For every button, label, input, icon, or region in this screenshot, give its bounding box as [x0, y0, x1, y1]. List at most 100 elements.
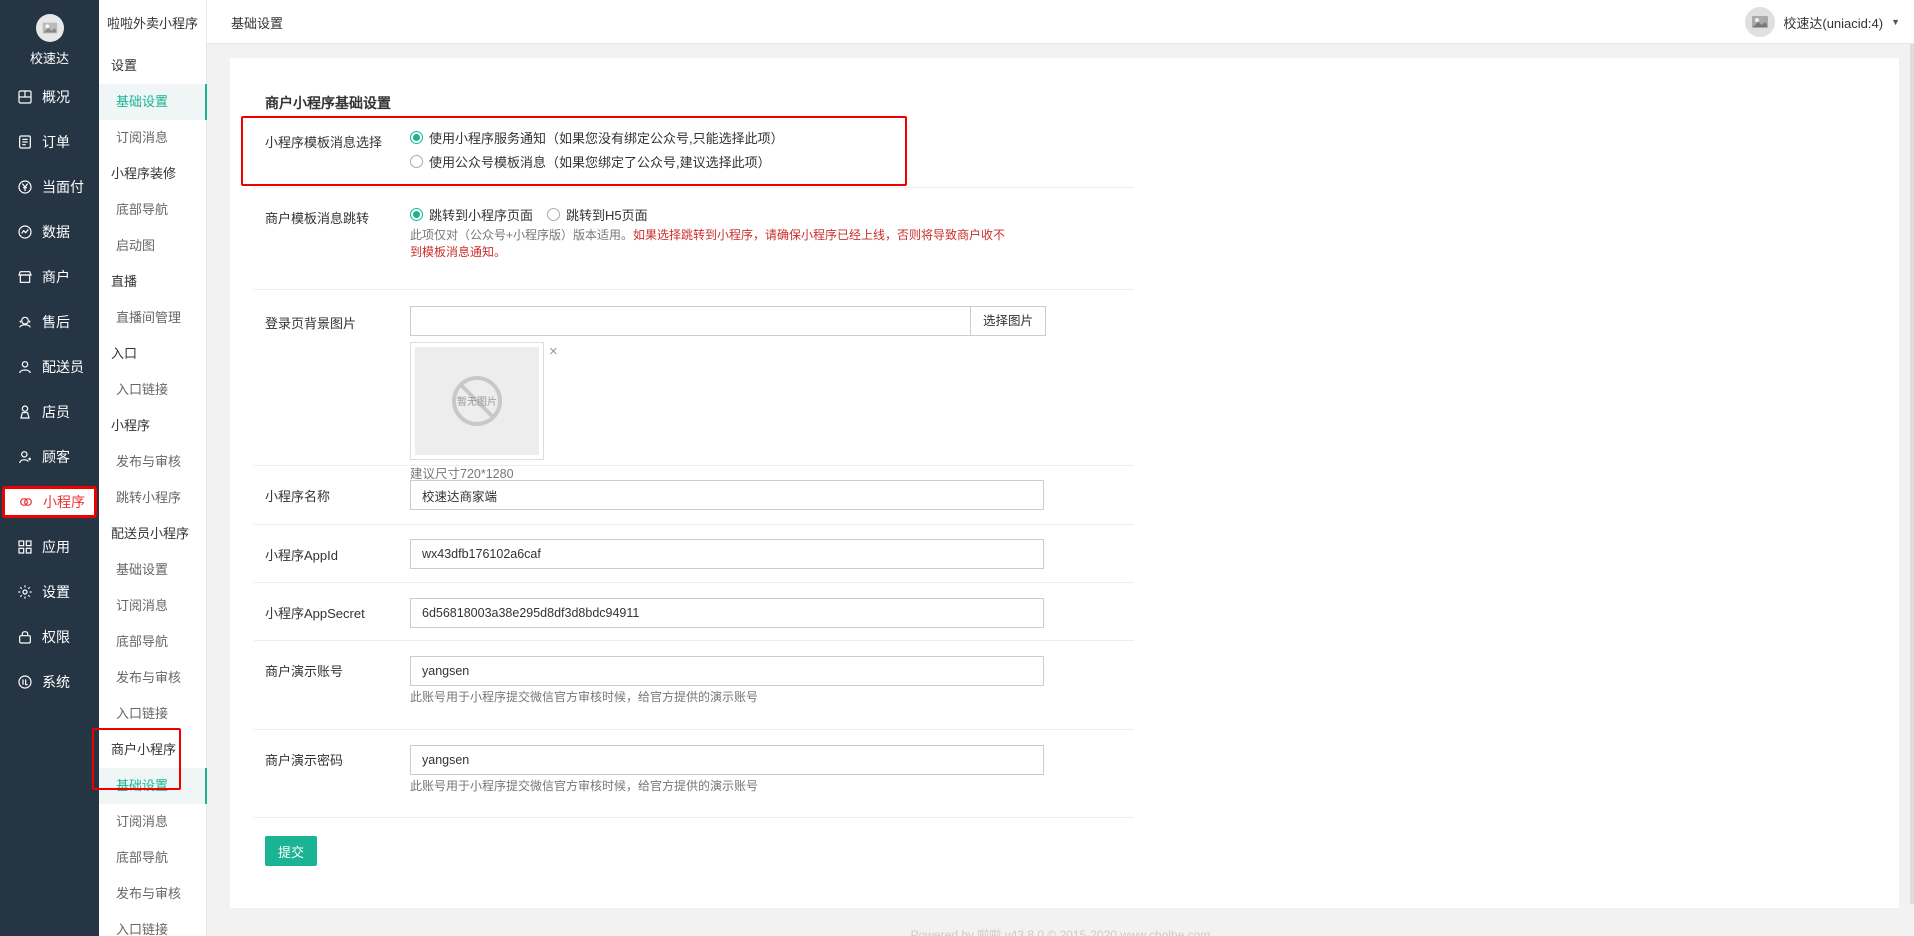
app-title: 啦啦外卖小程序	[107, 16, 199, 31]
nav-slot: 订单	[0, 119, 99, 164]
sidebar-item-3[interactable]: 数据	[0, 209, 99, 254]
subnav-group-title: 入口	[111, 346, 138, 361]
sidebar-item-label: 店员	[42, 403, 70, 420]
sidebar-item-label: 商户	[42, 268, 70, 285]
system-icon	[16, 673, 34, 691]
label-demo-account: 商户演示账号	[265, 664, 344, 679]
sidebar-item-8[interactable]: 顾客	[0, 434, 99, 479]
nav-slot: 配送员	[0, 344, 99, 389]
settings-panel: 商户小程序基础设置 小程序模板消息选择 使用小程序服务通知（如果您没有绑定公众号…	[230, 58, 1899, 908]
submit-button[interactable]: 提交	[265, 836, 317, 866]
subnav-item[interactable]: 直播间管理	[99, 300, 207, 336]
sidebar-item-0[interactable]: 概况	[0, 74, 99, 119]
lock-icon	[16, 628, 34, 646]
sidebar-item-11[interactable]: 设置	[0, 569, 99, 614]
courier-icon	[16, 358, 34, 376]
radio-indicator[interactable]	[410, 207, 423, 221]
clerk-icon	[16, 403, 34, 421]
choose-image-button[interactable]: 选择图片	[971, 306, 1047, 336]
app-secret-input[interactable]	[410, 598, 1044, 628]
row-template-message: 小程序模板消息选择 使用小程序服务通知（如果您没有绑定公众号,只能选择此项） 使…	[254, 116, 1134, 188]
radio-label: 跳转到小程序页面	[429, 207, 534, 223]
user-avatar[interactable]	[36, 14, 64, 42]
subnav-item[interactable]: 发布与审核	[99, 444, 207, 480]
demo-account-input[interactable]	[410, 656, 1044, 686]
account-name: 校速达(uniacid:4)	[1783, 15, 1884, 31]
sidebar-item-1[interactable]: 订单	[0, 119, 99, 164]
sidebar-item-label: 设置	[42, 583, 70, 600]
radio-official-template[interactable]: 使用公众号模板消息（如果您绑定了公众号,建议选择此项）	[410, 150, 784, 172]
breadcrumb: 基础设置	[231, 16, 284, 31]
app-id-input[interactable]	[410, 539, 1044, 569]
subnav-item[interactable]: 底部导航	[99, 192, 207, 228]
hint-warning: 到模板消息通知。	[410, 245, 507, 259]
label-login-background: 登录页背景图片	[265, 316, 357, 331]
scrollbar[interactable]	[1910, 44, 1914, 904]
radio-indicator[interactable]	[547, 207, 561, 221]
store-icon	[16, 268, 34, 286]
subnav-item[interactable]: 入口链接	[99, 912, 207, 936]
no-image-icon: 暂无图片	[452, 376, 502, 426]
subnav-item[interactable]: 订阅消息	[99, 120, 207, 156]
app-name-input[interactable]	[410, 480, 1044, 510]
nav-slot: 概况	[0, 74, 99, 119]
sidebar-item-7[interactable]: 店员	[0, 389, 99, 434]
radio-indicator[interactable]	[410, 130, 423, 144]
nav-slot: 权限	[0, 614, 99, 659]
sidebar-item-label: 权限	[42, 628, 70, 645]
account-menu[interactable]: 校速达(uniacid:4) ▼	[1745, 7, 1900, 37]
section-title: 商户小程序基础设置	[265, 95, 391, 111]
label-template-message: 小程序模板消息选择	[265, 135, 383, 150]
sidebar-item-9[interactable]: 小程序	[2, 485, 97, 518]
subnav-item[interactable]: 基础设置	[99, 552, 207, 588]
sidebar-item-5[interactable]: 售后	[0, 299, 99, 344]
subnav-group-title: 小程序	[111, 418, 151, 433]
demo-password-input[interactable]	[410, 745, 1044, 775]
radio-indicator[interactable]	[410, 154, 423, 168]
hint-warning: 如果选择跳转到小程序，请确保小程序已经上线，否则将导致商户收不	[633, 228, 1006, 242]
radio-label: 跳转到H5页面	[566, 207, 648, 223]
radio-service-notify[interactable]: 使用小程序服务通知（如果您没有绑定公众号,只能选择此项）	[410, 126, 784, 148]
subnav-item[interactable]: 发布与审核	[99, 876, 207, 912]
sidebar-item-6[interactable]: 配送员	[0, 344, 99, 389]
sidebar-item-4[interactable]: 商户	[0, 254, 99, 299]
subnav-item[interactable]: 订阅消息	[99, 804, 207, 840]
login-background-input[interactable]	[410, 306, 971, 336]
sidebar-item-label: 顾客	[42, 448, 70, 465]
sidebar-item-label: 数据	[42, 223, 70, 240]
sidebar-item-label: 售后	[42, 313, 70, 330]
nav-slot: 店员	[0, 389, 99, 434]
row-template-jump: 商户模板消息跳转 跳转到小程序页面 跳转到H5页面 此项仅对（公众号+小程序版）…	[254, 188, 1134, 290]
row-app-name: 小程序名称	[254, 466, 1134, 525]
subnav-item[interactable]: 启动图	[99, 228, 207, 264]
sidebar-item-label: 配送员	[42, 358, 84, 375]
subnav-item[interactable]: 入口链接	[99, 372, 207, 408]
subnav-item[interactable]: 入口链接	[99, 696, 207, 732]
radio-jump-h5[interactable]: 跳转到H5页面	[547, 203, 648, 225]
subnav-item[interactable]: 底部导航	[99, 624, 207, 660]
subnav-item[interactable]: 基础设置	[99, 768, 207, 804]
radio-jump-miniprogram[interactable]: 跳转到小程序页面	[410, 203, 533, 225]
close-icon[interactable]: ×	[549, 343, 558, 360]
service-icon	[16, 313, 34, 331]
subnav-item[interactable]: 底部导航	[99, 840, 207, 876]
sidebar-user-name: 校速达	[29, 51, 69, 66]
subnav-item[interactable]: 发布与审核	[99, 660, 207, 696]
row-app-secret: 小程序AppSecret	[254, 583, 1134, 641]
subnav-item[interactable]: 订阅消息	[99, 588, 207, 624]
sidebar-item-13[interactable]: 系统	[0, 659, 99, 704]
subnav-group-title: 直播	[111, 274, 138, 289]
footer: Powered by 啦啦 v43.8.0 © 2015-2020 www.ch…	[910, 928, 1211, 936]
sidebar-item-10[interactable]: 应用	[0, 524, 99, 569]
sidebar-item-label: 概况	[42, 88, 70, 105]
nav-slot: 商户	[0, 254, 99, 299]
row-login-background: 登录页背景图片 选择图片 暂无图片 × 建议尺寸720*1280	[254, 290, 1134, 481]
caret-down-icon: ▼	[1891, 17, 1900, 27]
sidebar-item-label: 订单	[42, 133, 70, 150]
sidebar-item-12[interactable]: 权限	[0, 614, 99, 659]
row-app-id: 小程序AppId	[254, 525, 1134, 583]
subnav-item[interactable]: 跳转小程序	[99, 480, 207, 516]
sidebar-item-2[interactable]: 当面付	[0, 164, 99, 209]
avatar-image-icon	[1752, 16, 1769, 28]
subnav-item[interactable]: 基础设置	[99, 84, 207, 120]
